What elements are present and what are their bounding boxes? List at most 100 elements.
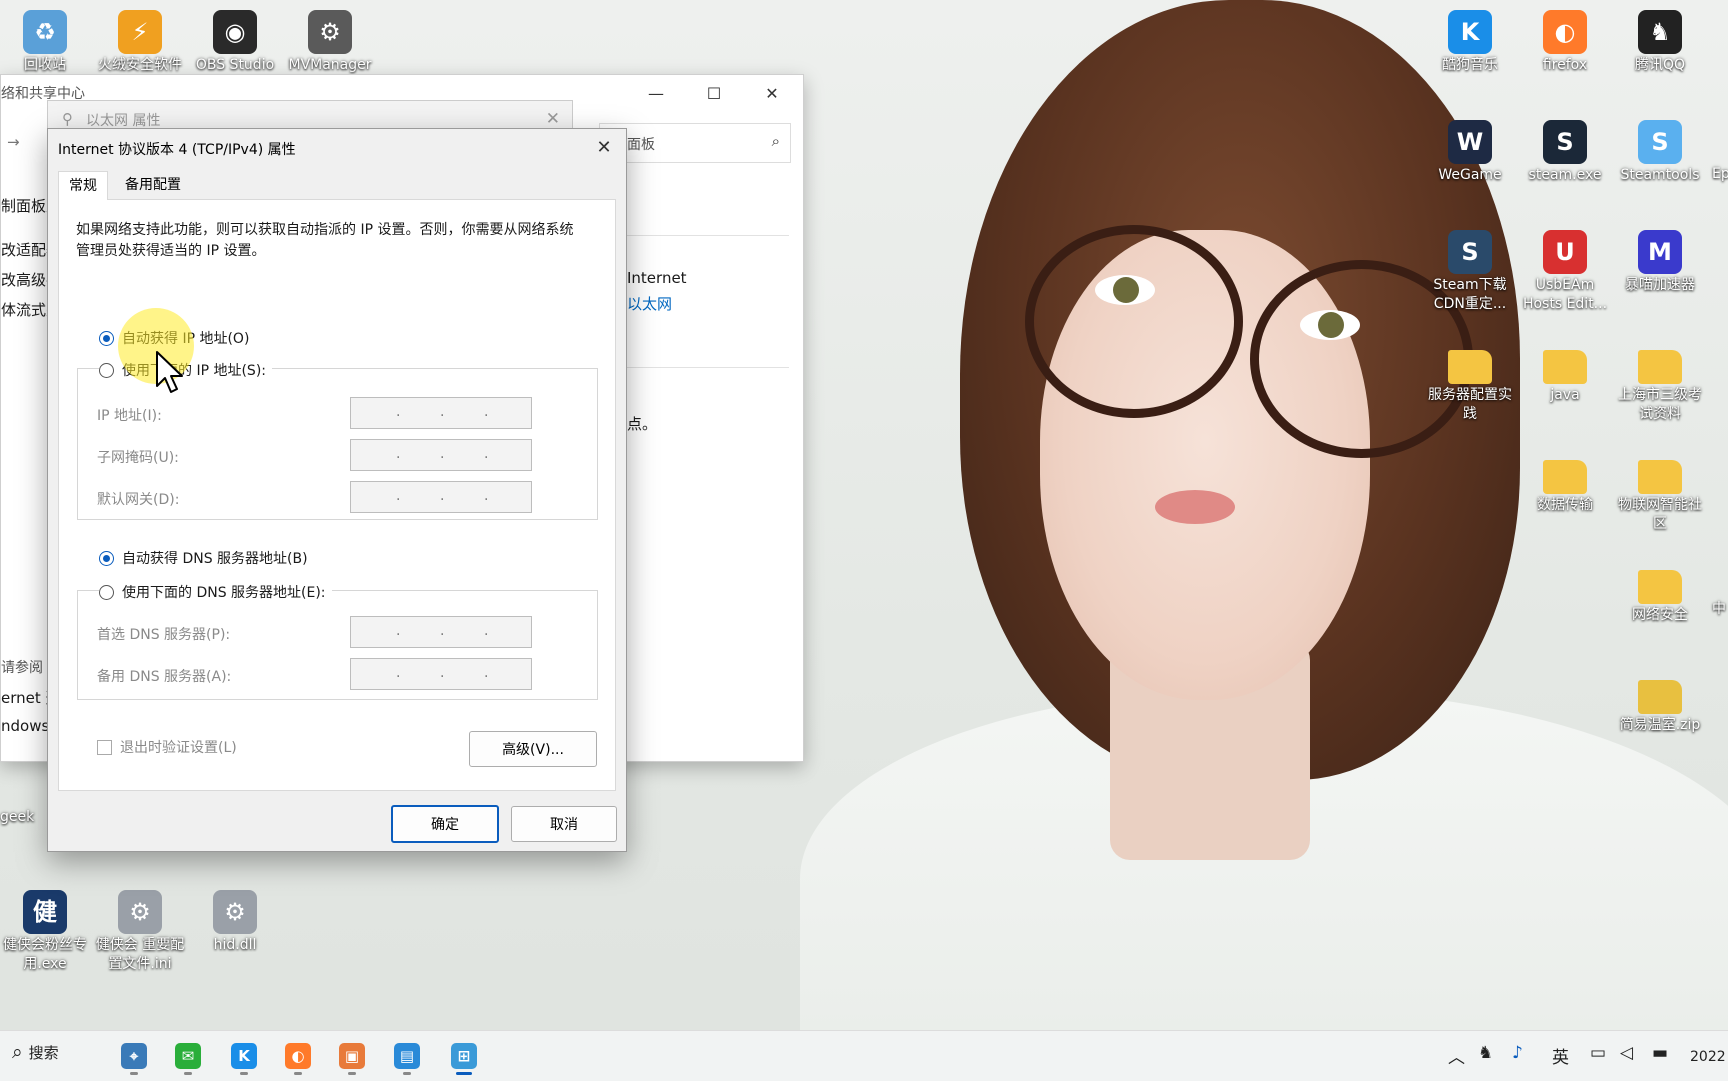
taskbar-app[interactable]: K: [224, 1037, 264, 1075]
divider: [627, 235, 789, 236]
ok-button[interactable]: 确定: [391, 805, 499, 843]
desktop-icon-label: 酷狗音乐: [1442, 57, 1498, 73]
running-indicator: [348, 1072, 356, 1075]
mouse-cursor-icon: [156, 351, 183, 393]
desktop-icon-label: 物联网智能社区: [1618, 497, 1702, 532]
firefox-icon: ◐: [285, 1043, 311, 1069]
desktop-icon[interactable]: 健健侠会粉丝专用.exe: [0, 886, 90, 974]
connection-link-ethernet[interactable]: 以太网: [627, 293, 672, 314]
desktop-icon[interactable]: ♞ 腾讯QQ: [1615, 6, 1705, 75]
desktop-icon[interactable]: Ssteam.exe: [1520, 116, 1610, 185]
taskbar-app[interactable]: ✉: [168, 1037, 208, 1075]
desktop-icon[interactable]: 物联网智能社区: [1615, 446, 1705, 534]
desktop-icon[interactable]: K 酷狗音乐: [1425, 6, 1515, 75]
close-icon[interactable]: ✕: [546, 109, 560, 129]
running-indicator: [240, 1072, 248, 1075]
desktop-icon-label: java: [1550, 387, 1580, 403]
tab-alternate-configuration[interactable]: 备用配置: [115, 171, 191, 199]
back-arrow-icon[interactable]: →: [7, 133, 20, 151]
desktop-icon[interactable]: U UsbEAm Hosts Edit...: [1520, 226, 1610, 314]
desktop-icon-partial[interactable]: geek: [0, 808, 50, 827]
advanced-button[interactable]: 高级(V)...: [469, 731, 597, 767]
taskbar-app[interactable]: ⊞: [444, 1037, 484, 1075]
desktop-icon-label: 火绒安全软件: [98, 57, 182, 73]
desktop-icon[interactable]: M 暴喵加速器: [1615, 226, 1705, 295]
desktop-icon[interactable]: W WeGame: [1425, 116, 1515, 185]
desktop-icon[interactable]: ⚙ hid.dll: [190, 886, 280, 955]
desktop-icon[interactable]: ⚡ 火绒安全软件: [95, 6, 185, 75]
desktop-icon[interactable]: 服务器配置实践: [1425, 336, 1515, 424]
desktop-icon-partial[interactable]: 中: [1712, 600, 1728, 619]
maximize-button[interactable]: ☐: [685, 75, 743, 111]
access-type-value: Internet: [627, 269, 687, 287]
divider: [627, 367, 789, 368]
desktop-icon-label: steam.exe: [1528, 167, 1602, 183]
radio-indicator: [99, 584, 114, 600]
ime-indicator[interactable]: 英: [1552, 1043, 1569, 1068]
search-icon: ⌕: [12, 1041, 23, 1063]
radio-indicator: [99, 362, 114, 378]
subnet-mask-field: ...: [350, 439, 532, 471]
desktop-icon-partial[interactable]: Ep: [1712, 165, 1728, 184]
desktop-icon[interactable]: 网络安全: [1615, 556, 1705, 625]
exe-icon: 健: [23, 890, 67, 934]
desktop-icon[interactable]: 上海市三级考试资料: [1615, 336, 1705, 424]
desktop-icon[interactable]: S Steam下载CDN重定...: [1425, 226, 1515, 314]
taskbar: ⌕ 搜索 ⌖ ✉ K ◐ ▣ ▤ ⊞ ︿ ♞ ♪ 英 ▭ ◁ ▬ 2022: [0, 1030, 1728, 1081]
radio-indicator: [99, 550, 114, 566]
alternate-dns-label: 备用 DNS 服务器(A):: [97, 669, 232, 685]
preferred-dns-field: ...: [350, 616, 532, 648]
desktop-icon-label: OBS Studio: [195, 57, 275, 73]
close-button[interactable]: ✕: [743, 75, 801, 111]
taskbar-app[interactable]: ⌖: [114, 1037, 154, 1075]
network-icon[interactable]: ▭: [1590, 1043, 1606, 1063]
search-box[interactable]: 面板 ⌕: [599, 123, 791, 163]
clock[interactable]: 2022: [1690, 1049, 1726, 1065]
close-button[interactable]: ✕: [582, 129, 626, 165]
cancel-button[interactable]: 取消: [511, 806, 617, 842]
kugou-icon: K: [1448, 10, 1492, 54]
wallpaper-glasses-left: [1025, 225, 1243, 418]
show-hidden-icons-chevron-icon[interactable]: ︿: [1448, 1043, 1465, 1068]
desktop-icon-label: UsbEAm Hosts Edit...: [1522, 277, 1608, 312]
taskbar-app[interactable]: ▣: [332, 1037, 372, 1075]
presentation-icon: ▣: [339, 1043, 365, 1069]
desktop-icon-label: hid.dll: [213, 937, 257, 953]
taskbar-app[interactable]: ◐: [278, 1037, 318, 1075]
desktop-icon[interactable]: ⚙ MVManager: [285, 6, 375, 75]
baomiao-icon: M: [1638, 230, 1682, 274]
desktop-icon[interactable]: S Steamtools: [1615, 116, 1705, 185]
folder-icon: [1543, 350, 1587, 384]
desktop-icon[interactable]: ⚙ 健侠会 重要配置文件.ini: [95, 886, 185, 974]
zip-folder-icon: [1638, 680, 1682, 714]
desktop-icon-label: 腾讯QQ: [1634, 57, 1686, 73]
desktop-icon-label: 回收站: [24, 57, 66, 73]
dialog-title: Internet 协议版本 4 (TCP/IPv4) 属性: [58, 142, 296, 158]
desktop-icon[interactable]: java: [1520, 336, 1610, 405]
desktop-icon[interactable]: ◉ OBS Studio: [190, 6, 280, 75]
desktop-icon[interactable]: 简易温室.zip: [1615, 666, 1705, 735]
radio-obtain-dns-auto[interactable]: 自动获得 DNS 服务器地址(B): [99, 548, 308, 568]
desktop-icon[interactable]: ♻ 回收站: [0, 6, 90, 75]
tab-general[interactable]: 常规: [58, 171, 108, 200]
dialog-description: 如果网络支持此功能，则可以获取自动指派的 IP 设置。否则，你需要从网络系统管理…: [76, 222, 574, 259]
taskbar-search[interactable]: ⌕ 搜索: [12, 1041, 59, 1063]
volume-icon[interactable]: ◁: [1620, 1043, 1633, 1063]
running-indicator: [294, 1072, 302, 1075]
running-indicator: [130, 1072, 138, 1075]
desktop-icon[interactable]: ◐ firefox: [1520, 6, 1610, 75]
running-indicator: [403, 1072, 411, 1075]
see-also-link-firewall[interactable]: ndows: [1, 717, 49, 735]
qq-tray-icon[interactable]: ♞: [1478, 1043, 1493, 1063]
subnet-mask-label: 子网掩码(U):: [97, 450, 179, 466]
minimize-button[interactable]: —: [627, 75, 685, 111]
desktop-icon[interactable]: 数据传输: [1520, 446, 1610, 515]
taskbar-app[interactable]: ▤: [387, 1037, 427, 1075]
steam-icon: S: [1543, 120, 1587, 164]
mvmanager-icon: ⚙: [308, 10, 352, 54]
radio-use-static-dns[interactable]: 使用下面的 DNS 服务器地址(E):: [99, 582, 332, 602]
microphone-icon[interactable]: ♪: [1512, 1043, 1523, 1063]
preferred-dns-label: 首选 DNS 服务器(P):: [97, 627, 231, 643]
battery-icon[interactable]: ▬: [1652, 1043, 1668, 1063]
window-title: 以太网 属性: [86, 113, 161, 129]
